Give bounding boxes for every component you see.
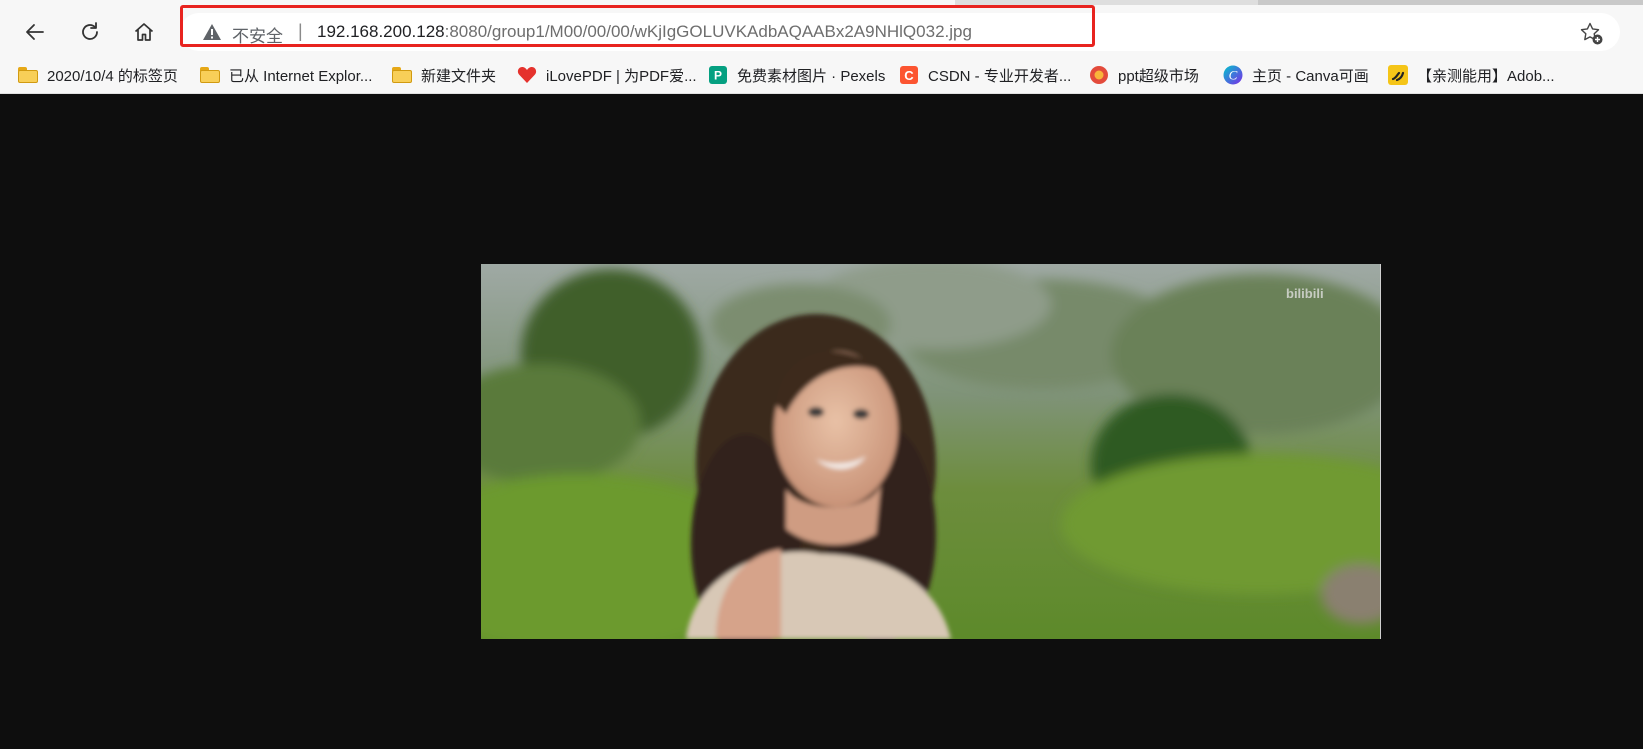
csdn-icon: C: [899, 65, 919, 85]
displayed-photo[interactable]: bilibili: [481, 264, 1381, 639]
security-status-label[interactable]: 不安全: [232, 22, 283, 47]
bilibili-watermark: bilibili: [1286, 286, 1324, 301]
bookmark-item[interactable]: 【亲测能用】Adob...: [1388, 57, 1555, 93]
reload-button[interactable]: [72, 14, 108, 50]
bookmark-label: iLovePDF | 为PDF爱...: [546, 67, 697, 85]
navigation-toolbar: 不安全 | 192.168.200.128:8080/group1/M00/00…: [0, 5, 1643, 57]
folder-icon: [200, 65, 220, 85]
address-bar[interactable]: 不安全 | 192.168.200.128:8080/group1/M00/00…: [180, 13, 1620, 51]
bookmark-label: ppt超级市场: [1118, 67, 1199, 85]
home-icon: [134, 23, 154, 41]
bookmark-label: 新建文件夹: [421, 67, 497, 85]
bookmark-label: 主页 - Canva可画: [1252, 67, 1369, 85]
folder-icon: [18, 65, 38, 85]
home-button[interactable]: [126, 14, 162, 50]
folder-icon: [392, 65, 412, 85]
url-text[interactable]: 192.168.200.128:8080/group1/M00/00/00/wK…: [317, 22, 972, 42]
canva-icon: C: [1223, 65, 1243, 85]
bookmark-item[interactable]: ppt超级市场: [1089, 57, 1199, 93]
url-path: :8080/group1/M00/00/00/wKjIgGOLUVKAdbAQA…: [444, 22, 972, 41]
svg-text:P: P: [714, 69, 722, 83]
browser-chrome: 不安全 | 192.168.200.128:8080/group1/M00/00…: [0, 0, 1643, 94]
bookmark-item[interactable]: P 免费素材图片 · Pexels: [708, 57, 885, 93]
bookmark-item[interactable]: C CSDN - 专业开发者...: [899, 57, 1071, 93]
bookmark-item[interactable]: C 主页 - Canva可画: [1223, 57, 1369, 93]
svg-text:C: C: [904, 68, 914, 83]
photo-right-edge: [1380, 264, 1381, 639]
add-to-favorites-icon[interactable]: [1578, 20, 1604, 46]
ppt-market-icon: [1089, 65, 1109, 85]
reload-icon: [82, 22, 98, 40]
bookmark-label: 免费素材图片 · Pexels: [737, 67, 886, 85]
address-separator: |: [298, 21, 303, 41]
svg-text:C: C: [1229, 68, 1238, 83]
bookmark-item[interactable]: 新建文件夹: [392, 57, 496, 93]
bookmark-item[interactable]: 2020/10/4 的标签页: [18, 57, 178, 93]
bookmark-label: CSDN - 专业开发者...: [928, 67, 1072, 85]
bookmarks-bar: 2020/10/4 的标签页 已从 Internet Explor... 新建文…: [0, 57, 1643, 94]
bookmark-item[interactable]: 已从 Internet Explor...: [200, 57, 372, 93]
not-secure-warning-icon[interactable]: [202, 23, 222, 41]
pexels-icon: P: [708, 65, 728, 85]
back-button[interactable]: [17, 14, 53, 50]
back-arrow-icon: [26, 24, 44, 40]
url-host: 192.168.200.128: [317, 22, 445, 41]
bookmark-item[interactable]: iLovePDF | 为PDF爱...: [517, 57, 697, 93]
bookmark-label: 已从 Internet Explor...: [229, 67, 373, 85]
ilovepdf-icon: [517, 65, 537, 85]
adobe-share-icon: [1388, 65, 1408, 85]
bookmark-label: 【亲测能用】Adob...: [1417, 67, 1555, 85]
bookmark-label: 2020/10/4 的标签页: [47, 67, 178, 85]
